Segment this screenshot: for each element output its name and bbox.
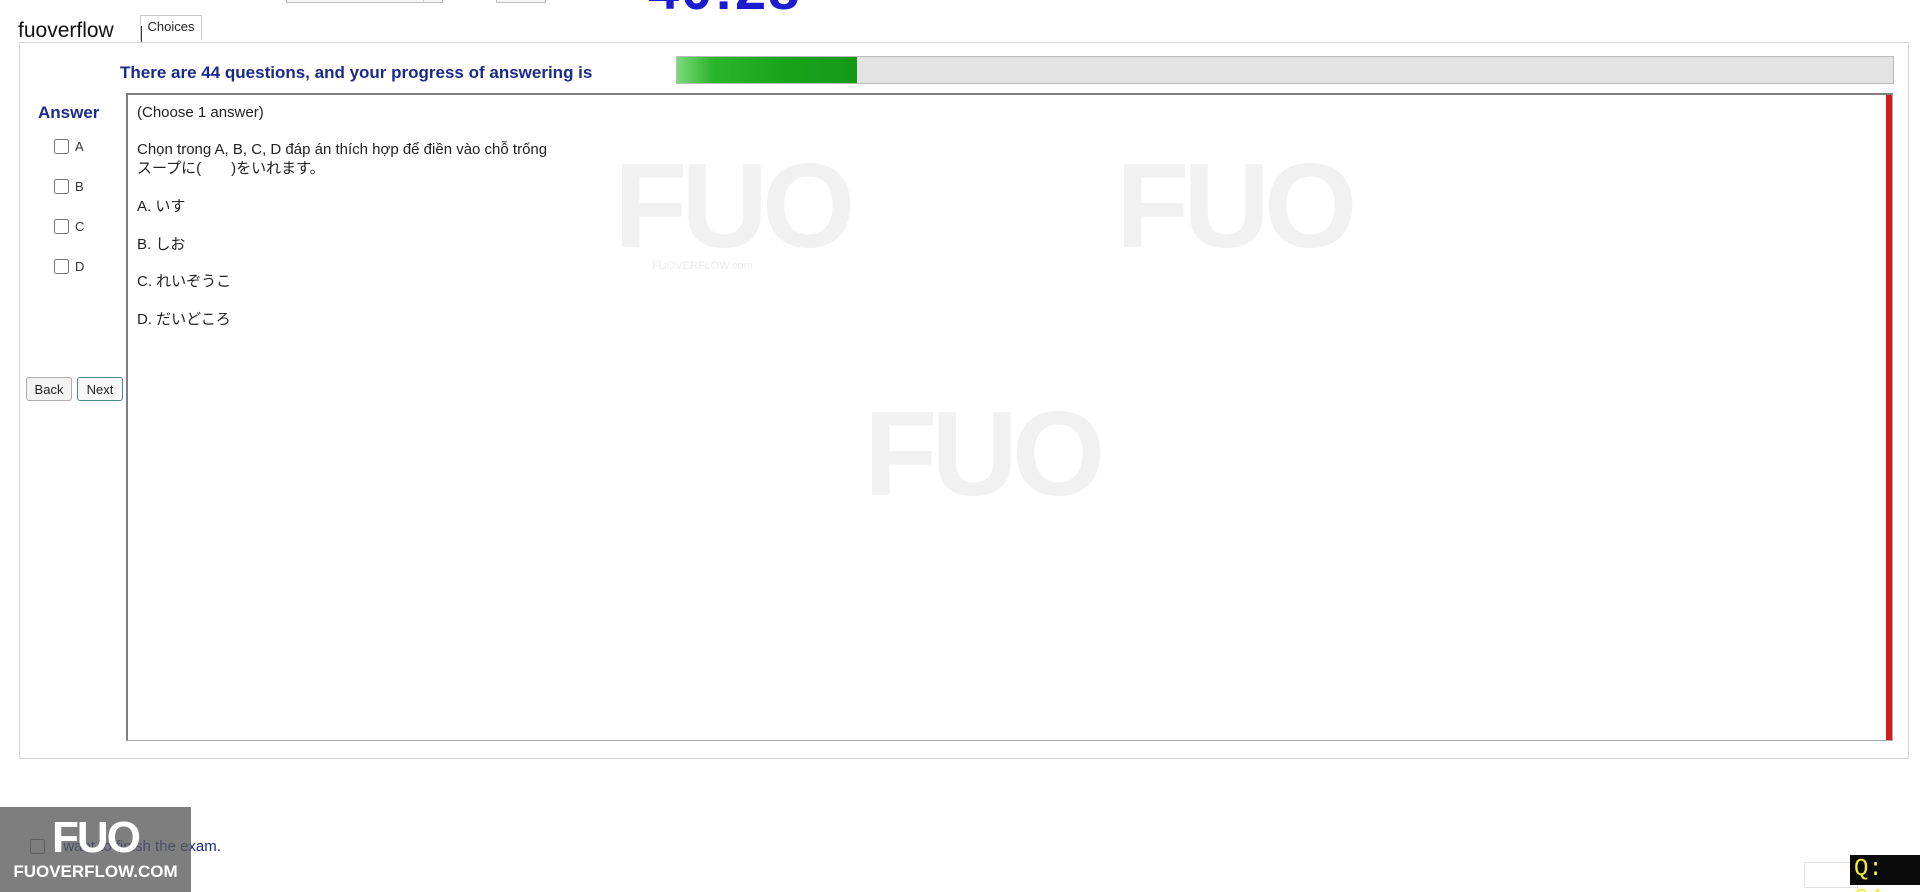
option-d-text: だいどころ	[156, 311, 231, 328]
dropdown-arrow-icon	[423, 0, 442, 2]
option-c-text: れいぞうこ	[156, 273, 232, 290]
tab-choices[interactable]: Choices	[140, 15, 202, 40]
option-b: B. しお	[137, 235, 185, 254]
choice-a-label: A	[75, 139, 84, 154]
question-prompt-line1: Chọn trong A, B, C, D đáp án thích hợp đ…	[137, 141, 548, 158]
choice-b-checkbox[interactable]	[54, 179, 69, 194]
option-c: C. れいぞうこ	[137, 272, 231, 291]
answer-label: Answer	[38, 103, 100, 122]
brand-text: fuoverflow	[18, 19, 114, 42]
fuo-logo: FUO FUOVERFLOW.COM	[0, 807, 191, 892]
option-b-text: しお	[155, 236, 186, 253]
top-control[interactable]	[496, 0, 546, 3]
logo-mark: FUO	[52, 813, 141, 862]
text-caret	[141, 26, 142, 42]
question-box[interactable]: FUO FUO FUO FUOVERFLOW.com (Choose 1 ans…	[126, 93, 1893, 741]
option-a-letter: A.	[137, 198, 152, 215]
choice-c-checkbox[interactable]	[54, 219, 69, 234]
choice-c-label: C	[75, 219, 85, 234]
logo-site: FUOVERFLOW.COM	[13, 862, 178, 881]
watermark-site: FUOVERFLOW.com	[652, 260, 753, 272]
next-button[interactable]: Next	[77, 377, 123, 401]
top-dropdown[interactable]	[286, 0, 443, 3]
watermark-mark: FUO	[864, 387, 1105, 521]
option-d-letter: D.	[137, 311, 152, 328]
progress-label: There are 44 questions, and your progres…	[120, 63, 593, 82]
question-prompt-line2: スープに( )をいれます。	[137, 160, 325, 177]
option-c-letter: C.	[137, 273, 152, 290]
choice-d-label: D	[75, 259, 85, 274]
question-counter: Q: 34	[1850, 855, 1920, 892]
choice-c[interactable]: C	[54, 219, 84, 234]
option-a-text: いす	[155, 198, 186, 215]
back-button[interactable]: Back	[26, 377, 72, 401]
question-instruction: (Choose 1 answer)	[137, 104, 264, 121]
choice-d-checkbox[interactable]	[54, 259, 69, 274]
choice-b-label: B	[75, 179, 84, 194]
watermark-mark: FUO	[1116, 139, 1357, 273]
choice-b[interactable]: B	[54, 179, 84, 194]
choice-d[interactable]: D	[54, 259, 84, 274]
option-b-letter: B.	[137, 236, 152, 253]
progress-bar-fill	[677, 57, 857, 83]
watermark-mark: FUO	[614, 139, 855, 273]
choice-a[interactable]: A	[54, 139, 84, 154]
question-scrollbar[interactable]	[1886, 95, 1892, 740]
exam-timer: 40:28	[648, 0, 801, 18]
option-d: D. だいどころ	[137, 310, 231, 329]
option-a: A. いす	[137, 197, 185, 216]
choice-a-checkbox[interactable]	[54, 139, 69, 154]
progress-bar	[676, 56, 1894, 84]
